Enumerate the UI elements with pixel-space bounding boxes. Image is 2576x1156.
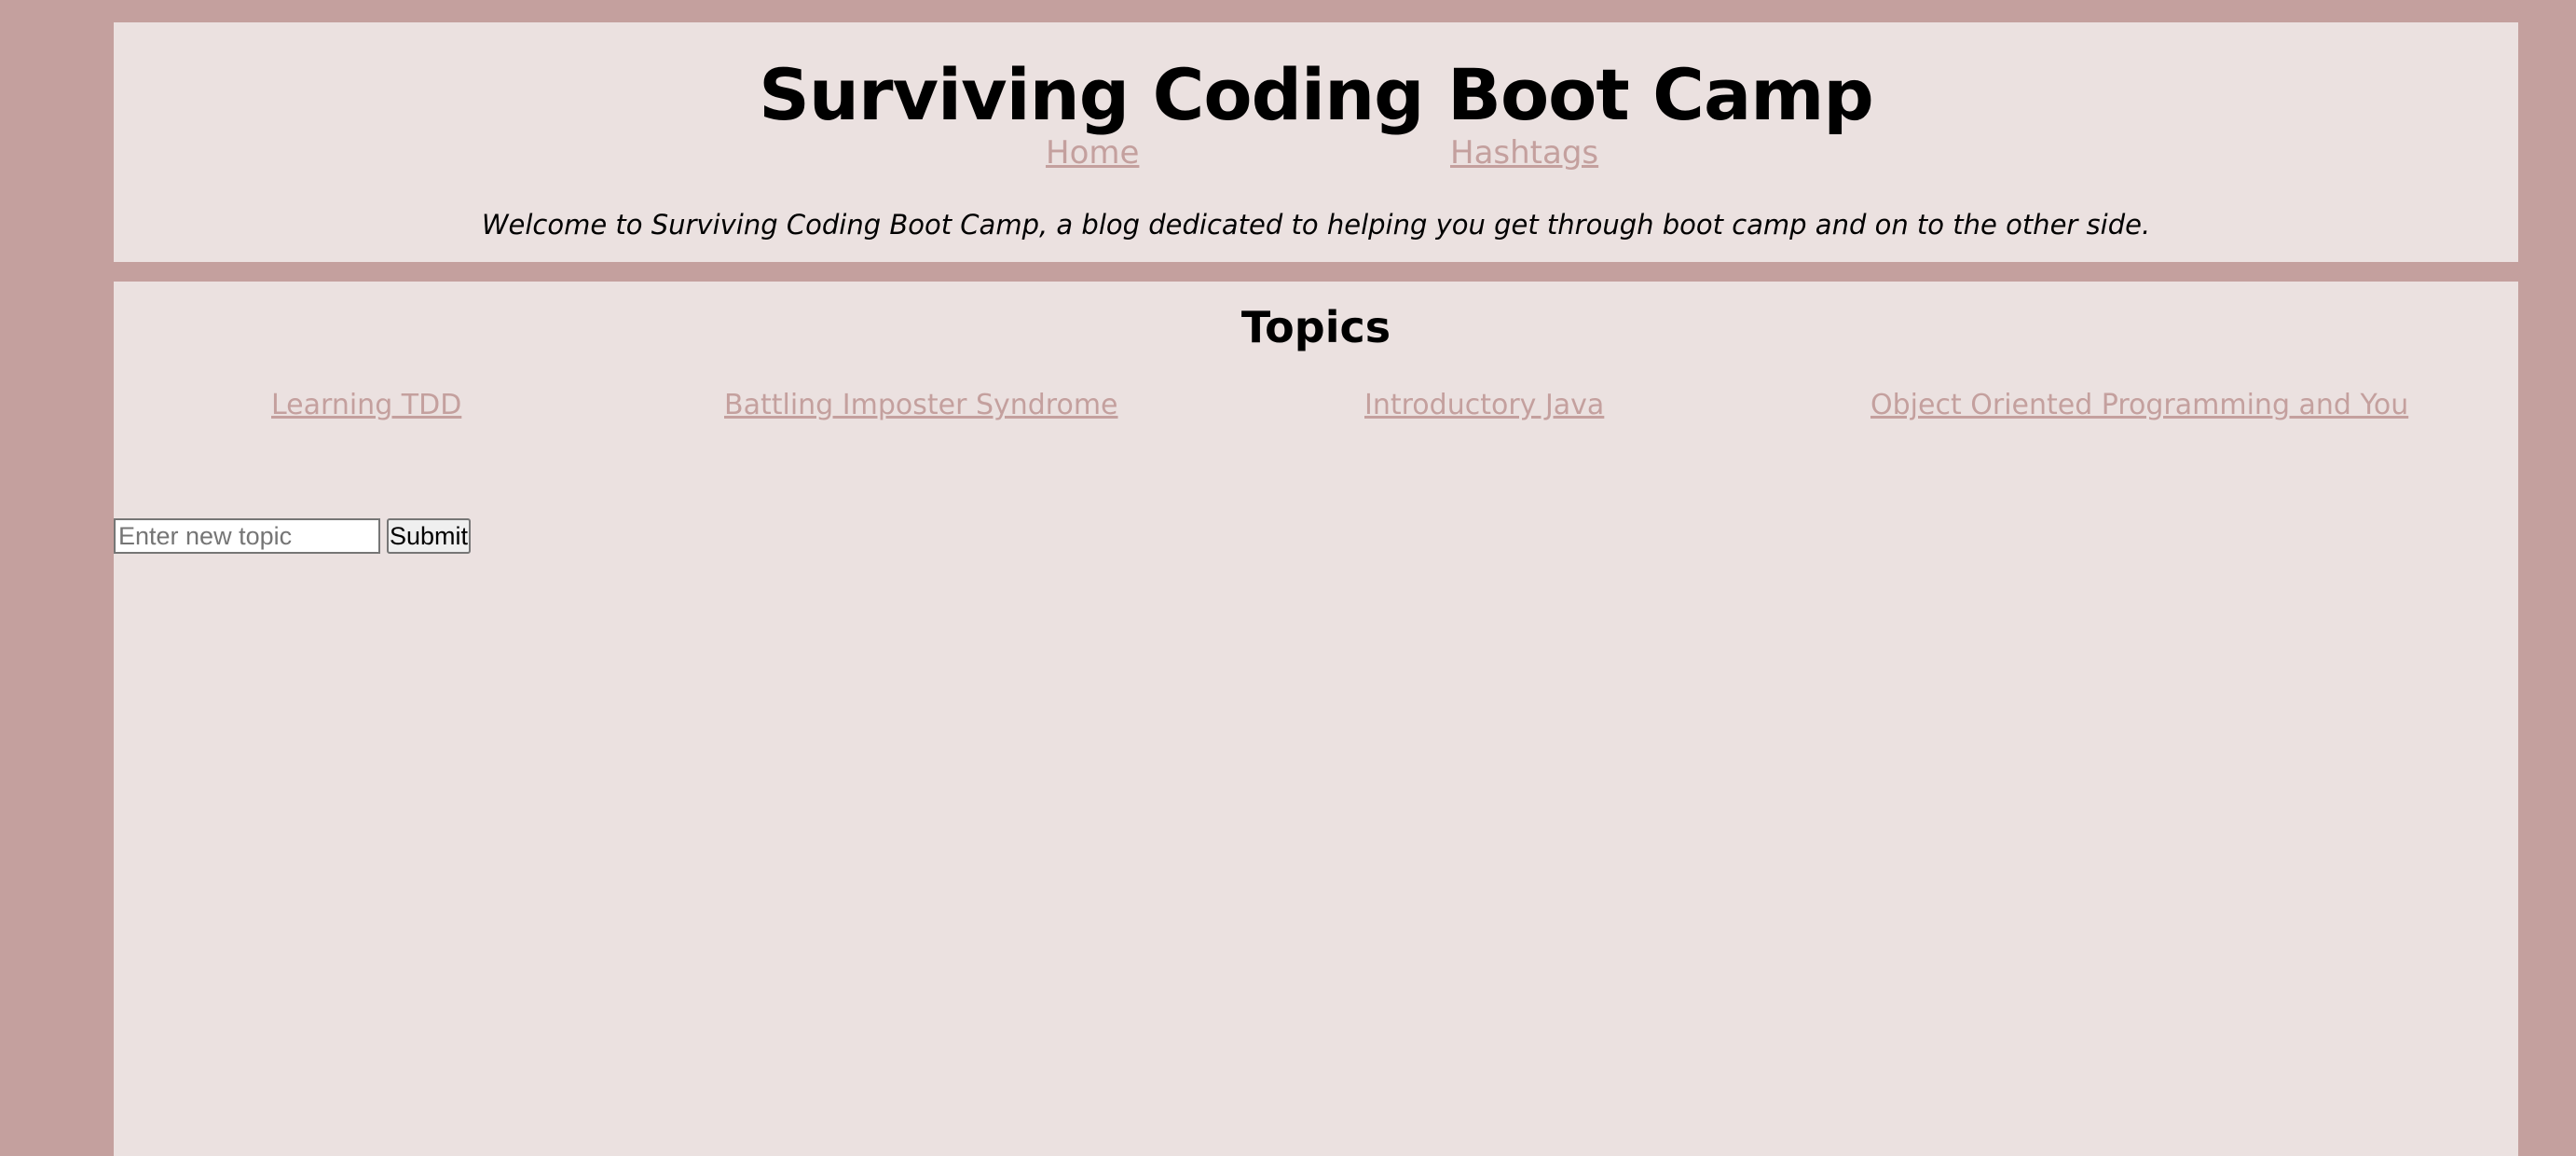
nav-hashtags-link[interactable]: Hashtags (1450, 134, 1598, 172)
site-header: Surviving Coding Boot Camp Home Hashtags… (114, 22, 2518, 262)
topics-panel: Topics Learning TDD Battling Imposter Sy… (114, 282, 2518, 1156)
nav-home-link[interactable]: Home (1046, 134, 1139, 172)
topic-link-battling-imposter-syndrome[interactable]: Battling Imposter Syndrome (724, 389, 1118, 422)
site-tagline: Welcome to Surviving Coding Boot Camp, a… (481, 209, 2151, 241)
submit-button[interactable]: Submit (387, 518, 471, 554)
new-topic-form: Submit (114, 518, 471, 554)
site-title: Surviving Coding Boot Camp (759, 53, 1874, 136)
topic-link-introductory-java[interactable]: Introductory Java (1364, 389, 1604, 422)
new-topic-input[interactable] (114, 518, 380, 554)
topics-heading: Topics (1240, 302, 1391, 352)
topic-link-object-oriented-programming[interactable]: Object Oriented Programming and You (1870, 389, 2408, 422)
topic-link-learning-tdd[interactable]: Learning TDD (271, 389, 461, 422)
